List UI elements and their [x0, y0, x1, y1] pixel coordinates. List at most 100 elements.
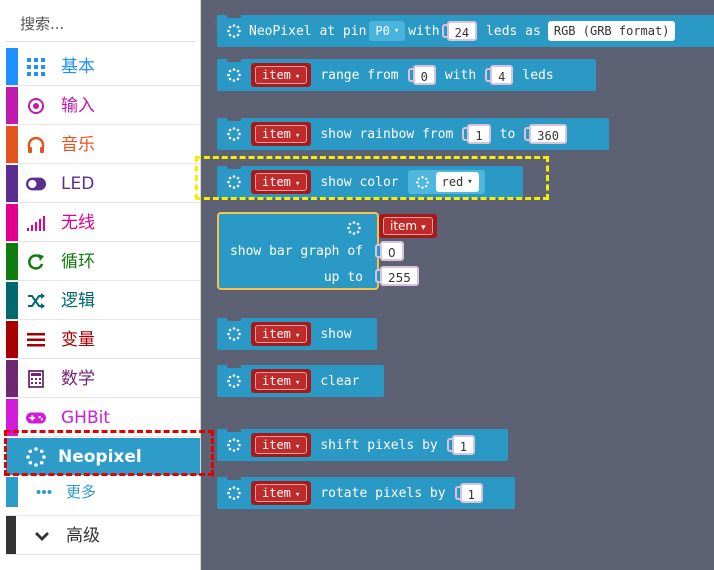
- dropdown-arrow-icon: ▾: [393, 26, 400, 36]
- block-show-rainbow[interactable]: item ▾ show rainbow from 1 to 360: [217, 117, 609, 150]
- category-more[interactable]: 更多: [6, 477, 200, 507]
- toggle-icon: [26, 174, 46, 194]
- category-basic[interactable]: 基本: [6, 48, 200, 86]
- block-text: show bar graph of: [229, 244, 363, 259]
- neopixel-ring-icon: [347, 221, 361, 235]
- block-text: leds: [522, 67, 554, 83]
- dots-icon: [34, 482, 54, 502]
- category-label: 变量: [61, 330, 95, 350]
- max-number-input[interactable]: 255: [375, 264, 419, 288]
- to-number-input[interactable]: 360: [524, 122, 567, 146]
- block-text: shift pixels by: [320, 437, 438, 453]
- category-color-bar: [6, 516, 16, 554]
- grid-icon: [26, 57, 46, 77]
- category-color-bar: [6, 165, 18, 202]
- offset-number-input[interactable]: 1: [446, 433, 475, 457]
- category-color-bar: [6, 243, 18, 280]
- highlight-neopixel-category: [4, 430, 214, 476]
- block-text: range from: [320, 67, 399, 83]
- category-label: 输入: [61, 96, 95, 116]
- category-color-bar: [6, 477, 18, 507]
- category-label: 更多: [66, 483, 97, 501]
- toolbox-sidebar: 基本 输入 音乐 LED 无线 循环: [0, 0, 230, 570]
- value-number-input[interactable]: 0: [375, 239, 404, 263]
- block-text: leds as: [486, 23, 541, 39]
- from-number-input[interactable]: 0: [407, 63, 436, 87]
- category-color-bar: [6, 282, 18, 319]
- block-show[interactable]: item ▾ show: [217, 317, 377, 350]
- count-number-input[interactable]: 4: [485, 63, 514, 87]
- block-text: show: [320, 326, 352, 342]
- search-input[interactable]: [6, 8, 214, 39]
- category-logic[interactable]: 逻辑: [6, 282, 200, 320]
- variable-item[interactable]: item ▾: [251, 369, 312, 393]
- block-text: up to: [323, 270, 363, 285]
- gamepad-icon: [26, 408, 46, 428]
- variable-item[interactable]: item ▾: [251, 481, 312, 505]
- category-label: 高级: [66, 526, 100, 546]
- category-color-bar: [6, 360, 18, 397]
- block-text: rotate pixels by: [320, 485, 446, 501]
- from-number-input[interactable]: 1: [462, 122, 491, 146]
- block-text: with: [408, 23, 440, 39]
- offset-number-input[interactable]: 1: [454, 481, 483, 505]
- variable-item[interactable]: item ▾: [251, 322, 312, 346]
- category-label: 数学: [61, 369, 95, 389]
- category-advanced[interactable]: 高级: [6, 515, 200, 555]
- category-color-bar: [6, 321, 18, 358]
- headphones-icon: [26, 135, 46, 155]
- category-color-bar: [6, 48, 18, 85]
- block-range[interactable]: item ▾ range from 0 with 4 leds: [217, 58, 596, 91]
- block-text: to: [499, 126, 516, 142]
- blocks-workspace[interactable]: NeoPixel at pin P0 ▾ with 24 leds as RGB …: [201, 0, 714, 570]
- category-label: 逻辑: [61, 291, 95, 311]
- category-variables[interactable]: 变量: [6, 321, 200, 359]
- category-label: LED: [61, 174, 95, 194]
- signal-icon: [26, 213, 46, 233]
- category-loops[interactable]: 循环: [6, 243, 200, 281]
- neopixel-ring-icon: [227, 127, 241, 141]
- block-neopixel-create[interactable]: NeoPixel at pin P0 ▾ with 24 leds as RGB …: [217, 14, 714, 47]
- neopixel-ring-icon: [227, 327, 241, 341]
- category-label: 循环: [61, 252, 95, 272]
- neopixel-ring-icon: [227, 486, 241, 500]
- mode-dropdown[interactable]: RGB (GRB format): [547, 21, 676, 41]
- block-rotate-pixels[interactable]: item ▾ rotate pixels by 1: [217, 476, 515, 509]
- block-text: clear: [320, 373, 360, 389]
- block-show-bar-graph[interactable]: show bar graph of up to: [217, 212, 379, 290]
- leds-number-input[interactable]: 24: [441, 19, 478, 43]
- category-color-bar: [6, 126, 18, 163]
- variable-item[interactable]: item ▾: [251, 433, 312, 457]
- block-text: NeoPixel at pin: [249, 23, 367, 39]
- category-radio[interactable]: 无线: [6, 204, 200, 242]
- variable-item[interactable]: item ▾: [251, 122, 312, 146]
- block-clear[interactable]: item ▾ clear: [217, 364, 384, 397]
- category-label: 音乐: [61, 135, 95, 155]
- category-math[interactable]: 数学: [6, 360, 200, 398]
- calculator-icon: [26, 369, 46, 389]
- pin-dropdown[interactable]: P0 ▾: [369, 21, 406, 41]
- neopixel-ring-icon: [227, 438, 241, 452]
- list-icon: [26, 330, 46, 350]
- block-shift-pixels[interactable]: item ▾ shift pixels by 1: [217, 428, 508, 461]
- category-label: GHBit: [61, 408, 111, 428]
- category-label: 无线: [61, 213, 95, 233]
- category-color-bar: [6, 204, 18, 241]
- neopixel-ring-icon: [227, 24, 241, 38]
- category-led[interactable]: LED: [6, 165, 200, 203]
- chevron-down-icon: [32, 526, 52, 546]
- search-box: [6, 6, 230, 42]
- neopixel-ring-icon: [227, 68, 241, 82]
- variable-item[interactable]: item ▾: [251, 63, 312, 87]
- block-text: show rainbow from: [320, 126, 454, 142]
- block-text: with: [444, 67, 477, 83]
- category-label: 基本: [61, 57, 95, 77]
- target-icon: [26, 96, 46, 116]
- category-color-bar: [6, 87, 18, 124]
- highlight-show-color: [195, 156, 549, 200]
- category-music[interactable]: 音乐: [6, 126, 200, 164]
- category-input[interactable]: 输入: [6, 87, 200, 125]
- variable-item[interactable]: item ▾: [379, 214, 437, 238]
- loop-icon: [26, 252, 46, 272]
- shuffle-icon: [26, 291, 46, 311]
